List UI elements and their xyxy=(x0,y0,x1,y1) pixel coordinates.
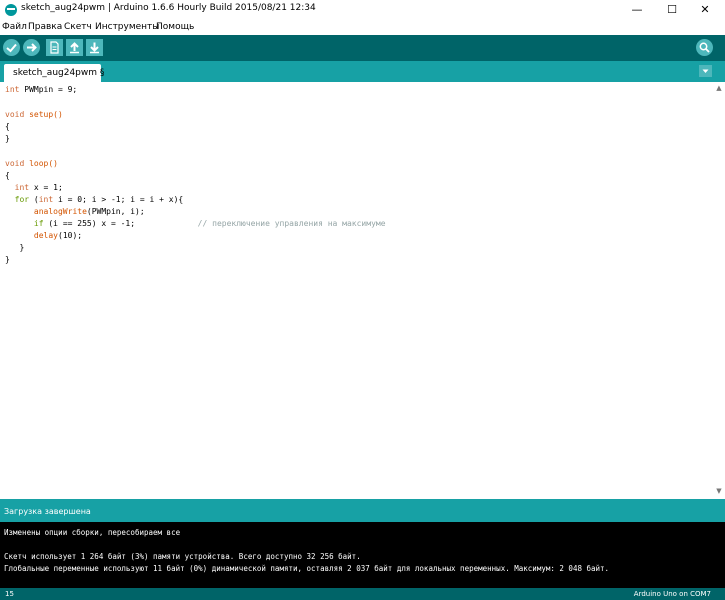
code-line-9: int x = 1; xyxy=(14,183,63,192)
menu-file[interactable]: Файл xyxy=(2,22,27,32)
title-bar: sketch_aug24pwm | Arduino 1.6.6 Hourly B… xyxy=(0,0,725,20)
verify-button[interactable] xyxy=(3,39,20,56)
toolbar xyxy=(0,35,725,61)
serial-monitor-button[interactable] xyxy=(696,39,713,56)
console-output: Изменены опции сборки, пересобираем все … xyxy=(0,522,725,588)
code-line-8: { xyxy=(5,171,10,180)
minimize-button[interactable]: — xyxy=(622,1,652,18)
status-message: Загрузка завершена xyxy=(4,507,91,516)
upload-icon xyxy=(27,43,37,52)
tab-label: sketch_aug24pwm § xyxy=(13,68,105,78)
serial-monitor-icon xyxy=(699,42,710,53)
menu-tools[interactable]: Инструменты xyxy=(95,22,159,32)
open-button[interactable] xyxy=(66,39,83,56)
console-line: Глобальные переменные используют 11 байт… xyxy=(4,564,610,573)
maximize-button[interactable]: ☐ xyxy=(657,1,687,18)
code-line-7: void loop() xyxy=(5,159,58,168)
menu-help[interactable]: Помощь xyxy=(156,22,194,32)
save-button[interactable] xyxy=(86,39,103,56)
console-line: Изменены опции сборки, пересобираем все xyxy=(4,528,181,537)
tab-bar: sketch_aug24pwm § xyxy=(0,61,725,82)
tab-sketch[interactable]: sketch_aug24pwm § xyxy=(4,64,105,82)
menu-sketch[interactable]: Скетч xyxy=(64,22,92,32)
save-icon xyxy=(90,42,99,54)
console-line: Скетч использует 1 264 байт (3%) памяти … xyxy=(4,552,361,561)
window-title: sketch_aug24pwm | Arduino 1.6.6 Hourly B… xyxy=(21,3,316,13)
code-line-3: void setup() xyxy=(5,110,63,119)
code-line-13: delay(10); xyxy=(33,231,83,240)
scroll-up-icon[interactable]: ▲ xyxy=(715,84,723,92)
scroll-down-icon[interactable]: ▼ xyxy=(715,487,723,495)
open-icon xyxy=(70,42,79,54)
new-button[interactable] xyxy=(46,39,63,56)
menu-bar: Файл Правка Скетч Инструменты Помощь xyxy=(0,20,725,35)
new-icon xyxy=(50,41,59,54)
tab-menu-button[interactable] xyxy=(699,65,712,77)
editor-scrollbar[interactable]: ▲ ▼ xyxy=(713,82,725,497)
code-line-10: for (int i = 0; i > -1; i = i + x){ xyxy=(14,195,184,204)
code-editor[interactable]: int PWMpin = 9; void setup() { } void lo… xyxy=(0,82,713,497)
verify-icon xyxy=(6,43,17,53)
code-line-14: } xyxy=(5,243,25,252)
line-number: 15 xyxy=(5,590,14,598)
code-line-11: analogWrite(PWMpin, i); xyxy=(33,207,145,216)
upload-button[interactable] xyxy=(23,39,40,56)
status-bar: Загрузка завершена xyxy=(0,499,725,522)
close-button[interactable]: ✕ xyxy=(690,1,720,18)
arduino-logo-icon xyxy=(5,4,17,16)
code-line-4: { xyxy=(5,122,10,131)
footer-bar: 15 Arduino Uno on COM7 xyxy=(0,588,725,600)
board-port-label: Arduino Uno on COM7 xyxy=(633,590,711,598)
code-line-5: } xyxy=(5,134,10,143)
code-line-1: int PWMpin = 9; xyxy=(5,85,78,94)
code-line-15: } xyxy=(5,255,10,264)
chevron-down-icon xyxy=(702,69,709,73)
code-line-12: if (i == 255) x = -1; // переключение уп… xyxy=(33,219,386,228)
menu-edit[interactable]: Правка xyxy=(28,22,62,32)
